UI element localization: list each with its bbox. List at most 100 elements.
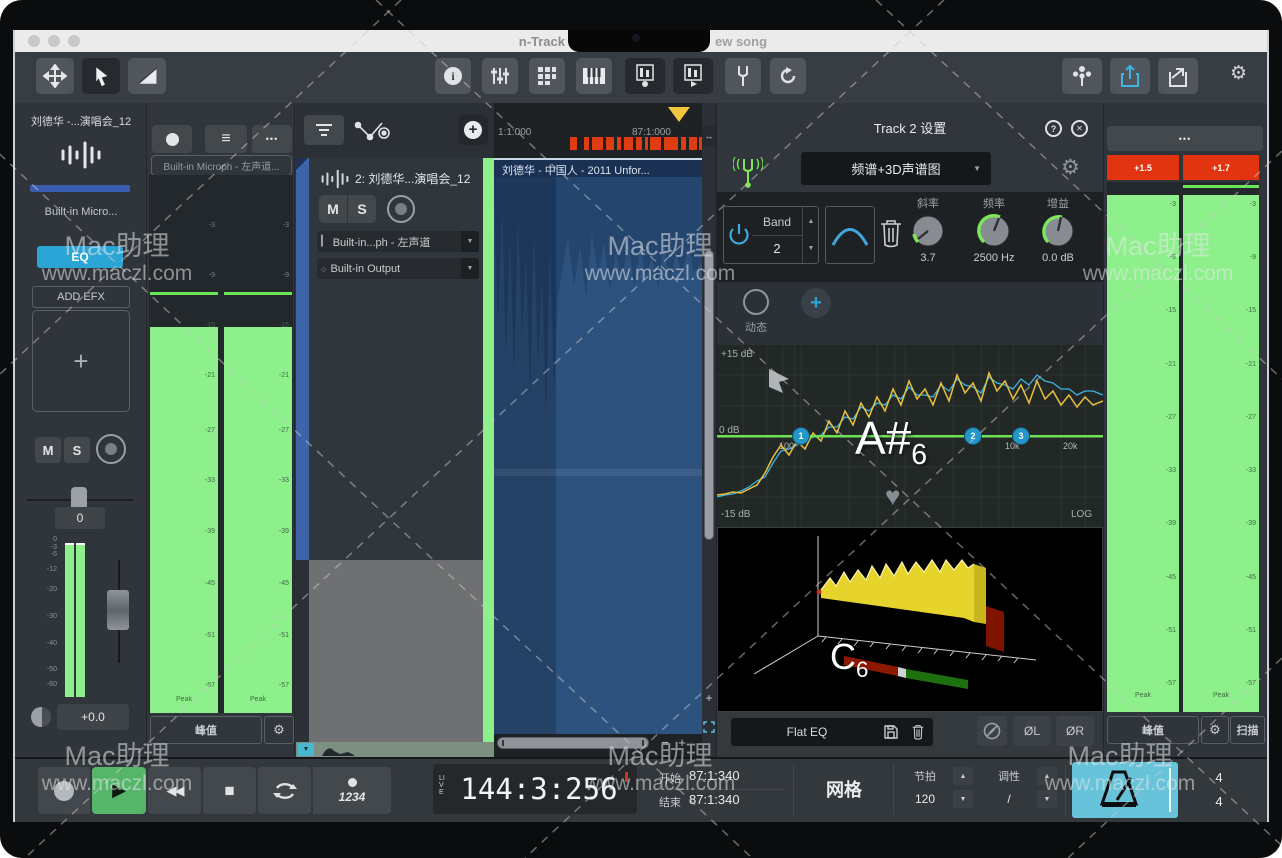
track-record-arm-button[interactable] [387, 195, 415, 223]
master-peak-button[interactable]: 峰值 [1107, 716, 1199, 744]
preset-select[interactable]: Flat EQ [731, 718, 933, 746]
add-instrument-box[interactable]: + [32, 310, 130, 412]
track-filter-button[interactable] [304, 115, 344, 145]
tuner-button[interactable] [725, 58, 761, 94]
band-down-button[interactable]: ▼ [803, 236, 819, 260]
frequency-knob[interactable] [976, 213, 1012, 249]
solo-button[interactable]: S [64, 437, 90, 463]
favorite-heart-icon[interactable]: ♥ [885, 481, 900, 512]
fade-tool-button[interactable] [128, 58, 166, 94]
loop-end-value[interactable]: 87:1:340 [689, 792, 740, 807]
peak-mode-button[interactable]: 峰值 [150, 716, 262, 744]
save-preset-icon[interactable] [883, 724, 899, 740]
export-button[interactable] [1158, 58, 1198, 94]
bypass-button[interactable] [977, 716, 1007, 746]
ph-invert-right-button[interactable]: ØR [1056, 716, 1094, 746]
pan-knob-icon[interactable] [31, 707, 51, 727]
clip-indicator-right[interactable]: +1.7 [1183, 155, 1259, 180]
zoom-in-button[interactable]: + [675, 734, 689, 750]
eq-band-handle-1[interactable]: 1 [792, 427, 810, 445]
mixer-button[interactable] [482, 58, 518, 94]
track-solo-button[interactable]: S [348, 195, 376, 223]
master-more-button[interactable]: ••• [1107, 126, 1263, 151]
delete-band-icon[interactable] [879, 218, 903, 248]
effects-button[interactable] [1062, 58, 1102, 94]
channel-more-button[interactable]: ••• [252, 125, 292, 153]
vertical-scrollbar[interactable] [704, 250, 714, 540]
step-sequencer-button[interactable] [529, 58, 565, 94]
timeline-clip-markers[interactable] [560, 133, 702, 153]
gain-value[interactable]: +0.0 [57, 704, 129, 730]
track-output-select[interactable]: ○ Built-in Output ▼ [317, 258, 479, 279]
metronome-toggle-button[interactable] [1072, 762, 1178, 818]
record-enable-button[interactable] [152, 125, 192, 153]
time-display[interactable]: LIVE 144:3:256 [433, 764, 637, 814]
metronome-count-button[interactable]: 1234 [313, 767, 391, 814]
input-device-field[interactable]: Built-in Microph - 左声道... [151, 155, 292, 176]
eq-band-handle-3[interactable]: 3 [1012, 427, 1030, 445]
tempo-up-button[interactable]: ▲ [953, 767, 973, 785]
add-band-button[interactable]: + [801, 288, 831, 318]
gain-knob[interactable] [1040, 213, 1076, 249]
transport-loop-button[interactable] [258, 767, 311, 814]
horizontal-fit-button[interactable]: ↔ [702, 125, 716, 147]
record-view-button[interactable] [625, 58, 665, 94]
track-mute-button[interactable]: M [319, 195, 347, 223]
spectrogram-3d-view[interactable]: C6 [717, 527, 1103, 712]
eq-band-handle-2[interactable]: 2 [964, 427, 982, 445]
master-scan-button[interactable]: 扫描 [1230, 716, 1265, 744]
expand-view-icon[interactable] [703, 721, 715, 733]
mute-button[interactable]: M [35, 437, 61, 463]
horizontal-scrollbar[interactable] [497, 737, 649, 749]
key-up-button[interactable]: ▲ [1037, 767, 1057, 785]
analyzer-view-select[interactable]: 频谱+3D声谱图 ▼ [801, 152, 991, 185]
close-window-button[interactable] [28, 35, 40, 47]
zoom-out-button[interactable]: − [658, 734, 672, 750]
share-button[interactable] [1110, 58, 1150, 94]
tempo-down-button[interactable]: ▼ [953, 790, 973, 808]
automation-icon[interactable] [354, 117, 394, 145]
time-sig-denominator[interactable]: 4 [1207, 790, 1231, 812]
slope-knob[interactable] [910, 213, 946, 249]
ph-invert-left-button[interactable]: ØL [1013, 716, 1051, 746]
sync-button[interactable] [770, 58, 806, 94]
tuner-active-icon[interactable] [733, 153, 763, 189]
pan-value[interactable]: 0 [55, 507, 105, 529]
zoom-in-vertical-button[interactable]: + [703, 691, 715, 705]
key-down-button[interactable]: ▼ [1037, 790, 1057, 808]
power-icon[interactable] [729, 222, 749, 248]
close-panel-button[interactable]: ✕ [1071, 120, 1088, 137]
band-up-button[interactable]: ▲ [803, 209, 819, 233]
transport-play-button[interactable]: ▶ [92, 767, 146, 814]
eq-spectrum-graph[interactable]: +15 dB 0 dB -15 dB LOG 100 10k 20k 1 2 3… [717, 345, 1103, 527]
eq-button[interactable]: EQ [37, 246, 123, 268]
track-header[interactable]: 2: 刘德华...演唱会_12 M S ▎ Built-in...ph - 左声… [309, 158, 483, 560]
key-value[interactable]: / [987, 791, 1031, 807]
grid-button[interactable]: 网格 [801, 774, 887, 804]
zoom-window-button[interactable] [68, 35, 80, 47]
add-efx-button[interactable]: ADD EFX [32, 286, 130, 308]
minimize-window-button[interactable] [48, 35, 60, 47]
clip-header[interactable]: 刘德华 - 中国人 - 2011 Unfor... [494, 158, 702, 177]
move-tool-button[interactable] [36, 58, 74, 94]
time-sig-numerator[interactable]: 4 [1207, 766, 1231, 788]
band-shape-button[interactable] [825, 206, 875, 264]
clip-indicator-left[interactable]: +1.5 [1107, 155, 1179, 180]
eq-settings-gear-icon[interactable]: ⚙ [1061, 155, 1080, 180]
help-button[interactable]: ? [1045, 120, 1062, 137]
select-tool-button[interactable] [82, 58, 120, 94]
add-track-button[interactable]: + [458, 115, 488, 145]
volume-fader-handle[interactable] [107, 590, 129, 630]
tempo-value[interactable]: 120 [903, 791, 947, 807]
record-arm-button[interactable] [96, 434, 126, 464]
dynamics-knob[interactable] [743, 289, 769, 315]
master-collapse-button[interactable]: ▼ [298, 743, 314, 756]
playback-view-button[interactable] [673, 58, 713, 94]
transport-record-button[interactable] [38, 767, 90, 814]
master-settings-button[interactable]: ⚙ [1201, 716, 1229, 744]
meter-settings-button[interactable]: ⚙ [264, 716, 294, 744]
delete-preset-icon[interactable] [911, 724, 925, 740]
channel-menu-button[interactable]: ≡ [205, 125, 247, 153]
settings-gear-icon[interactable]: ⚙ [1230, 62, 1247, 85]
collapse-corner[interactable] [296, 158, 308, 170]
